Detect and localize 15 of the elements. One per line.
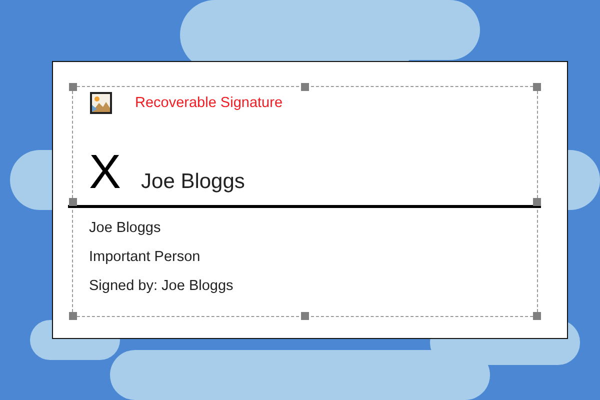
signer-name: Joe Bloggs [89,219,162,238]
resize-handle[interactable] [301,312,309,320]
x-mark: X [89,147,122,199]
resize-handle[interactable] [69,198,77,206]
signed-by-text: Signed by: Joe Bloggs [89,277,234,296]
resize-handle[interactable] [533,83,541,91]
resize-handle[interactable] [69,312,77,320]
resize-handle[interactable] [533,198,541,206]
resize-handle[interactable] [533,312,541,320]
picture-icon [89,91,113,115]
status-label: Recoverable Signature [135,95,283,111]
signature-text: Joe Bloggs [141,170,245,194]
signer-title: Important Person [89,248,202,267]
resize-handle[interactable] [301,83,309,91]
resize-handle[interactable] [69,83,77,91]
